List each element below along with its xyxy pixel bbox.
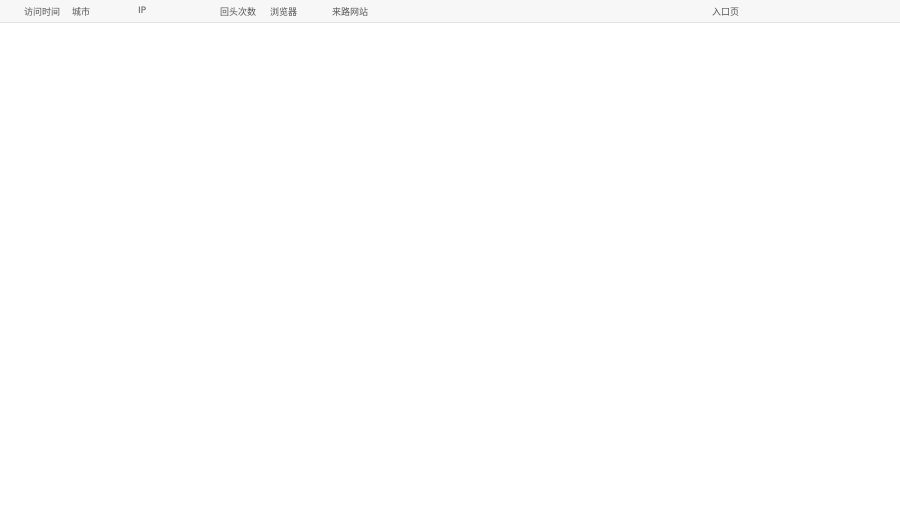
- visitor-log-table: 访问时间 城市 IP 回头次数 浏览器 来路网站 入口页: [0, 0, 900, 23]
- header-ip[interactable]: IP: [134, 0, 216, 23]
- header-referrer[interactable]: 来路网站: [328, 0, 708, 23]
- table-header-row: 访问时间 城市 IP 回头次数 浏览器 来路网站 入口页: [0, 0, 900, 23]
- header-browser[interactable]: 浏览器: [266, 0, 328, 23]
- header-entry-page[interactable]: 入口页: [708, 0, 900, 23]
- header-expand: [0, 0, 20, 23]
- header-visit-time[interactable]: 访问时间: [20, 0, 68, 23]
- header-return-count[interactable]: 回头次数: [216, 0, 266, 23]
- header-city[interactable]: 城市: [68, 0, 134, 23]
